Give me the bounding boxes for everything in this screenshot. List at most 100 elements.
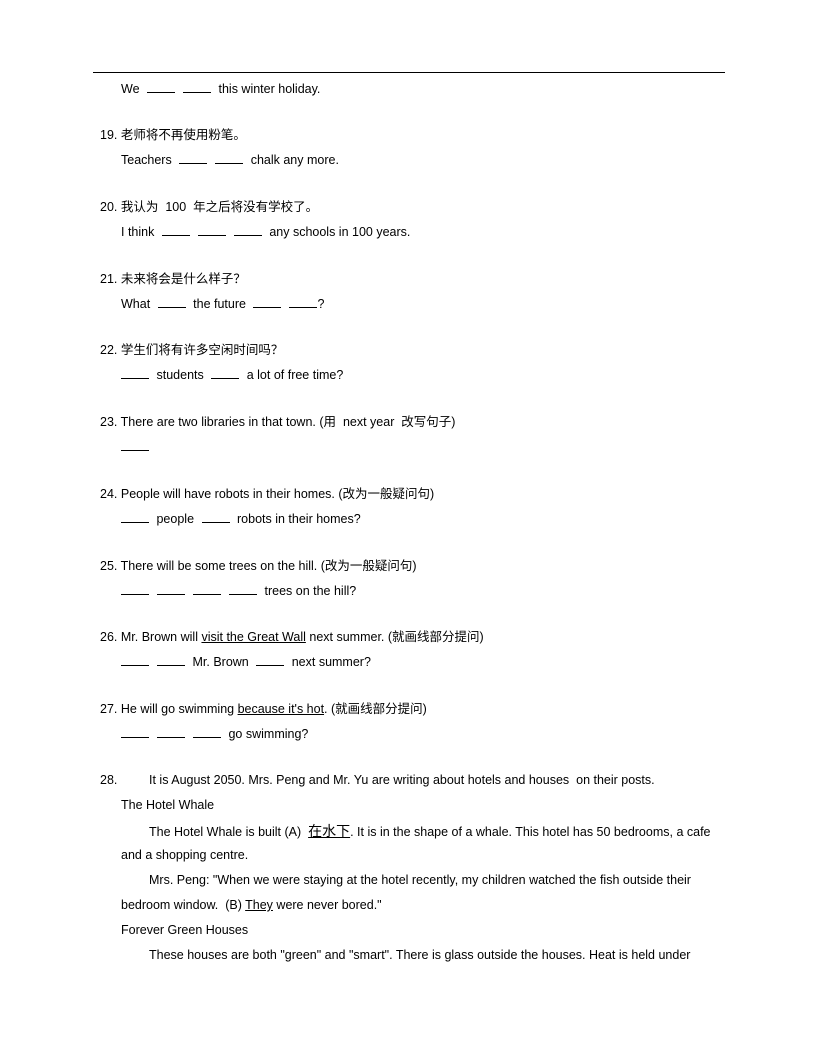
- answer-blank[interactable]: [201, 510, 230, 523]
- question-prompt: 学生们将有许多空闲时间吗？: [120, 343, 284, 357]
- question-28-intro: 28.: [100, 772, 117, 788]
- answer-blank[interactable]: [121, 725, 149, 738]
- question-22-answer: students a lot of free time?: [121, 366, 343, 383]
- question-number: 28.: [100, 773, 118, 787]
- answer-blank[interactable]: [229, 582, 257, 595]
- reading-intro: It is August 2050. Mrs. Peng and Mr. Yu …: [149, 773, 655, 787]
- question-21-prompt: 21. 未来将会是什么样子？: [100, 271, 246, 287]
- answer-text: Teachers: [121, 153, 172, 167]
- answer-blank[interactable]: [183, 80, 212, 93]
- question-22-prompt: 22. 学生们将有许多空闲时间吗？: [100, 342, 283, 358]
- answer-text: What: [121, 297, 151, 311]
- answer-blank[interactable]: [147, 80, 176, 93]
- question-prompt: 老师将不再使用粉笔。: [120, 128, 246, 142]
- reading-text: The Hotel Whale is built (A): [149, 825, 309, 839]
- answer-text: trees on the hill?: [264, 584, 357, 598]
- question-number: 25.: [100, 559, 118, 573]
- answer-blank[interactable]: [121, 438, 149, 451]
- reading-text: . It is in the shape of a whale. This ho…: [350, 825, 711, 839]
- question-prompt: 我认为 100 年之后将没有学校了。: [120, 200, 319, 214]
- answer-text: this winter holiday.: [218, 82, 321, 96]
- reading-paragraph-2-line-2: bedroom window. (B) They were never bore…: [121, 897, 382, 913]
- answer-text: a lot of free time?: [246, 368, 344, 382]
- question-19-prompt: 19. 老师将不再使用粉笔。: [100, 127, 246, 143]
- answer-blank[interactable]: [179, 151, 208, 164]
- question-prompt: Mr. Brown will: [120, 630, 202, 644]
- answer-blank[interactable]: [161, 223, 190, 236]
- answer-blank[interactable]: [157, 725, 185, 738]
- question-23-prompt: 23. There are two libraries in that town…: [100, 414, 455, 430]
- answer-text: We: [121, 82, 140, 96]
- answer-text: people: [156, 512, 195, 526]
- question-24-prompt: 24. People will have robots in their hom…: [100, 486, 434, 502]
- underlined-phrase-b: They: [245, 898, 273, 912]
- answer-blank[interactable]: [197, 223, 226, 236]
- question-prompt: There will be some trees on the hill. (改…: [120, 559, 417, 573]
- answer-blank[interactable]: [121, 653, 149, 666]
- reading-paragraph-2-line-1: Mrs. Peng: "When we were staying at the …: [149, 873, 691, 887]
- answer-blank[interactable]: [121, 366, 149, 379]
- question-number: 23.: [100, 415, 118, 429]
- answer-blank[interactable]: [157, 653, 185, 666]
- question-27-prompt: 27. He will go swimming because it's hot…: [100, 701, 427, 717]
- answer-text: ?: [317, 297, 325, 311]
- reading-paragraph-1-line-2: and a shopping centre.: [121, 848, 249, 862]
- reading-text: bedroom window. (B): [121, 898, 246, 912]
- answer-text: I think: [121, 225, 155, 239]
- answer-blank[interactable]: [193, 582, 221, 595]
- reading-text: were never bored.": [272, 898, 382, 912]
- answer-blank[interactable]: [253, 295, 282, 308]
- answer-text: robots in their homes?: [237, 512, 361, 526]
- question-number: 21.: [100, 272, 118, 286]
- answer-blank[interactable]: [233, 223, 262, 236]
- question-prompt: He will go swimming: [120, 702, 238, 716]
- question-number: 22.: [100, 343, 118, 357]
- answer-blank[interactable]: [157, 582, 185, 595]
- answer-blank[interactable]: [157, 295, 186, 308]
- question-23-answer: [121, 438, 153, 455]
- question-number: 19.: [100, 128, 118, 142]
- question-26-prompt: 26. Mr. Brown will visit the Great Wall …: [100, 629, 484, 645]
- question-21-answer: What the future ?: [121, 295, 324, 312]
- question-20-prompt: 20. 我认为 100 年之后将没有学校了。: [100, 199, 318, 215]
- question-prompt: . (就画线部分提问): [324, 702, 427, 716]
- answer-text: Mr. Brown: [192, 655, 249, 669]
- question-number: 20.: [100, 200, 118, 214]
- answer-text: the future: [193, 297, 246, 311]
- question-number: 26.: [100, 630, 118, 644]
- question-number: 24.: [100, 487, 118, 501]
- question-25-prompt: 25. There will be some trees on the hill…: [100, 558, 417, 574]
- question-20-answer: I think any schools in 100 years.: [121, 223, 410, 240]
- answer-blank[interactable]: [193, 725, 221, 738]
- answer-text: any schools in 100 years.: [269, 225, 411, 239]
- answer-blank[interactable]: [215, 151, 244, 164]
- section-title-forever-green-houses: Forever Green Houses: [121, 923, 249, 937]
- underlined-phrase: because it's hot: [237, 702, 325, 716]
- answer-blank[interactable]: [289, 295, 318, 308]
- question-24-answer: people robots in their homes?: [121, 510, 361, 527]
- answer-blank[interactable]: [121, 510, 149, 523]
- answer-blank[interactable]: [121, 582, 149, 595]
- question-prompt: There are two libraries in that town. (用…: [120, 415, 456, 429]
- answer-blank[interactable]: [256, 653, 285, 666]
- header-rule: [93, 72, 725, 73]
- section-title-hotel-whale: The Hotel Whale: [121, 798, 215, 812]
- underlined-phrase-a: 在水下: [308, 823, 351, 839]
- answer-text: go swimming?: [228, 727, 309, 741]
- question-27-answer: go swimming?: [121, 725, 308, 742]
- reading-paragraph-3-line-1: These houses are both "green" and "smart…: [149, 948, 691, 962]
- reading-paragraph-1-line-1: The Hotel Whale is built (A) 在水下. It is …: [149, 823, 711, 840]
- question-26-answer: Mr. Brown next summer?: [121, 653, 371, 670]
- question-prompt: 未来将会是什么样子？: [120, 272, 246, 286]
- answer-text: next summer?: [291, 655, 371, 669]
- question-19-answer: Teachers chalk any more.: [121, 151, 339, 168]
- answer-line-18: We this winter holiday.: [121, 80, 320, 97]
- answer-text: students: [156, 368, 204, 382]
- question-prompt: People will have robots in their homes. …: [120, 487, 435, 501]
- answer-text: chalk any more.: [250, 153, 339, 167]
- question-prompt: next summer. (就画线部分提问): [305, 630, 484, 644]
- question-25-answer: trees on the hill?: [121, 582, 356, 599]
- underlined-phrase: visit the Great Wall: [201, 630, 306, 644]
- answer-blank[interactable]: [211, 366, 240, 379]
- question-number: 27.: [100, 702, 118, 716]
